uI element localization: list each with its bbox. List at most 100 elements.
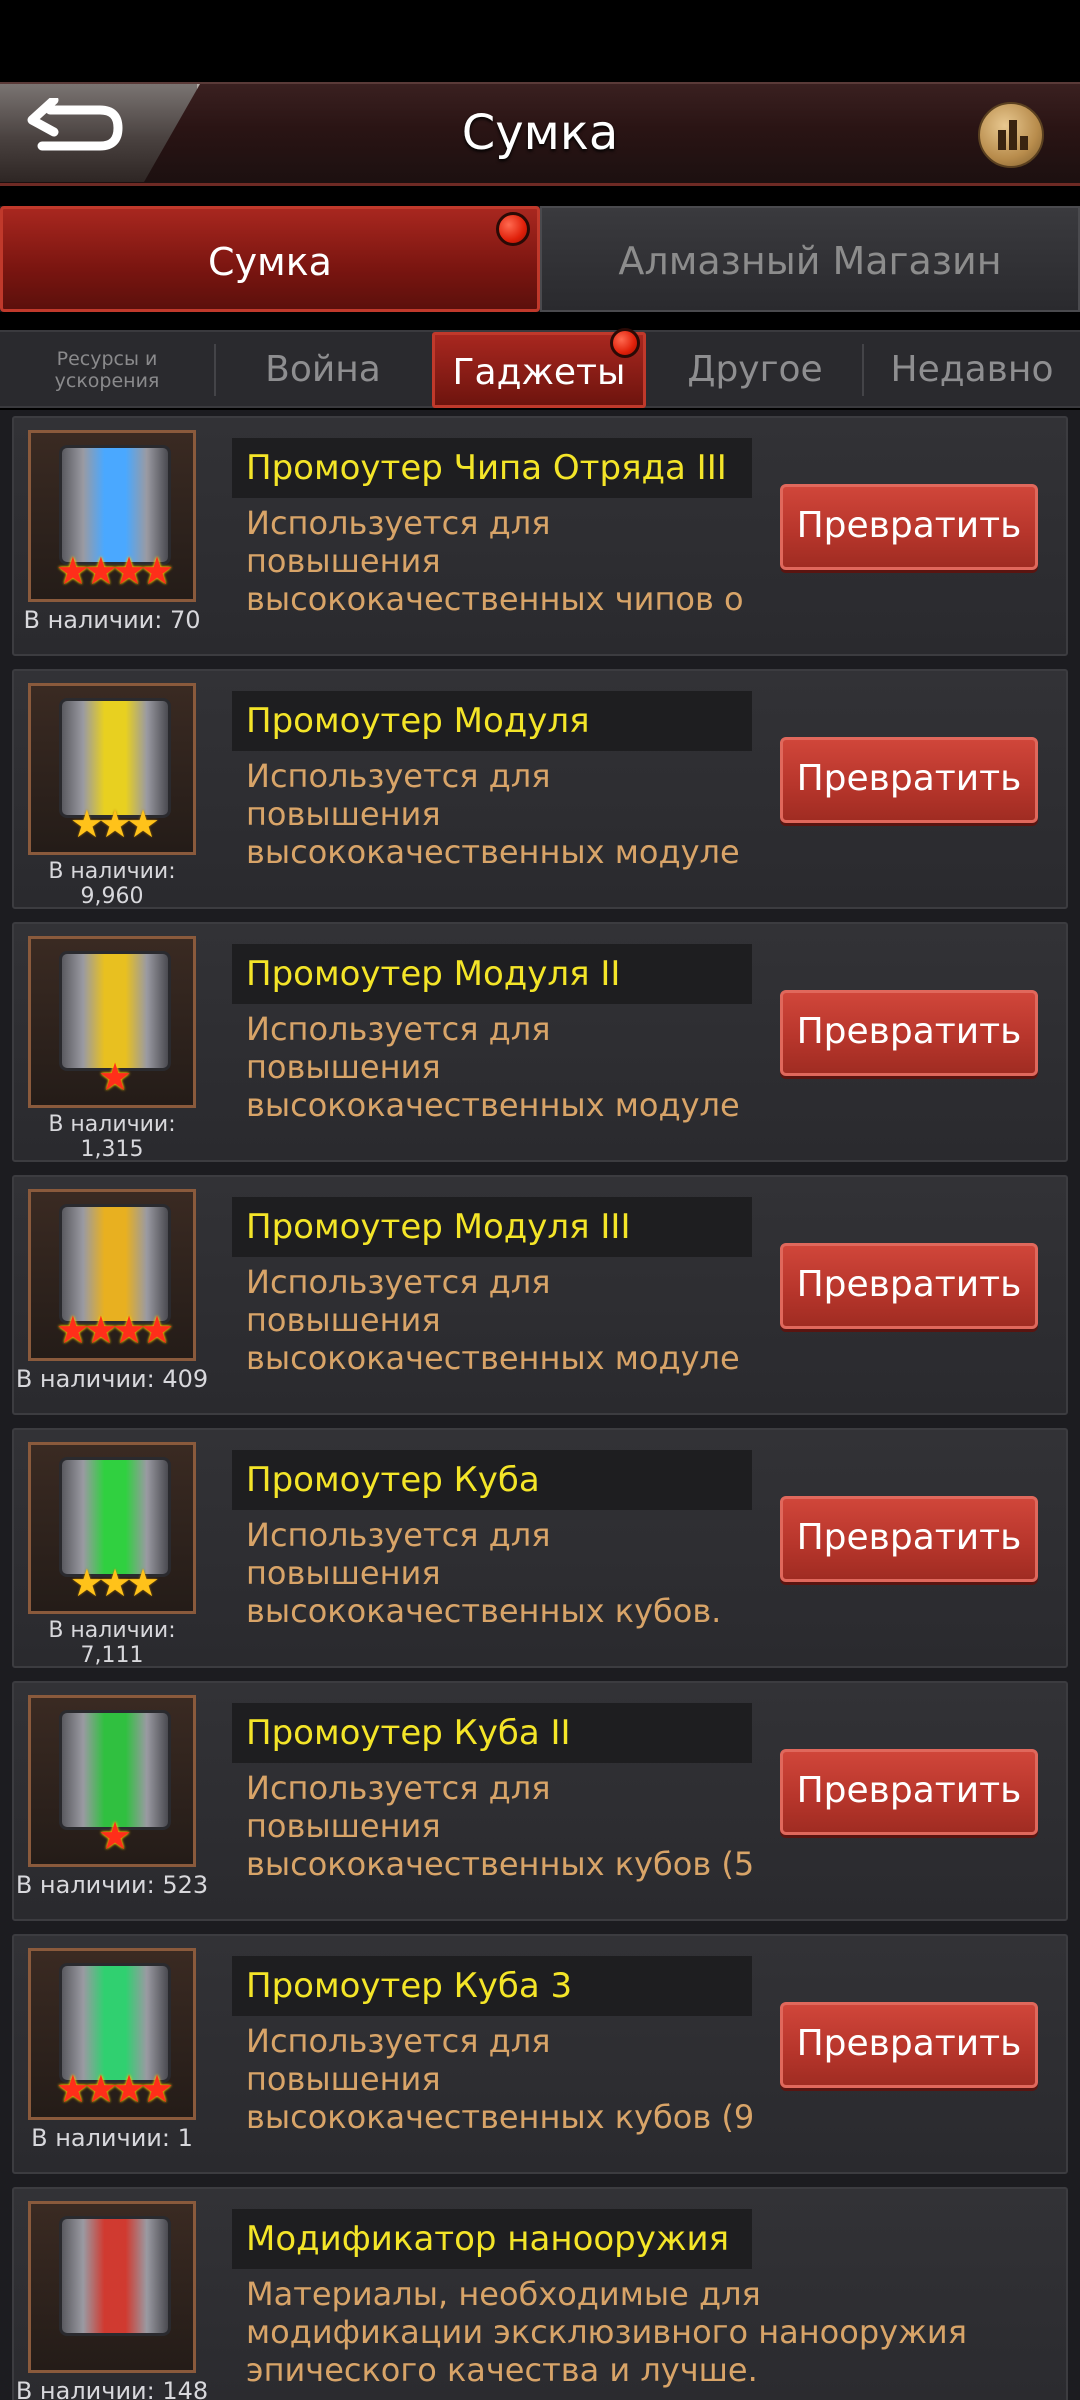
description-line: Используется для: [246, 2022, 551, 2060]
item-icon: ★★★★: [28, 1948, 196, 2120]
convert-button[interactable]: Превратить: [780, 1243, 1038, 1329]
item-stock: В наличии: 9,960: [48, 859, 176, 909]
description-line: Используется для: [246, 1010, 551, 1048]
item-card[interactable]: ★ В наличии: 1,315 Промоутер Модуля II Испо…: [12, 922, 1068, 1162]
description-line: повышения: [246, 542, 441, 580]
star-rating-icon: ★: [97, 1055, 132, 1099]
item-description: Используется для повышения высококачествен…: [246, 2022, 786, 2136]
item-description: Используется для повышения высококачествен…: [246, 1263, 786, 1377]
item-card[interactable]: ★★★★ В наличии: 1 Промоутер Куба 3 Использу…: [12, 1934, 1068, 2174]
tab-label: Алмазный Магазин: [618, 239, 1002, 283]
item-name: Промоутер Модуля: [232, 691, 752, 751]
item-description: Материалы, необходимые для модификации эк…: [246, 2275, 986, 2389]
description-line: повышения: [246, 2060, 441, 2098]
convert-button[interactable]: Превратить: [780, 484, 1038, 570]
subtab-resources[interactable]: Ресурсы и ускорения: [0, 332, 214, 408]
description-line: высококачественных модуле: [246, 1339, 740, 1377]
subtab-war[interactable]: Война: [216, 332, 430, 408]
header-bar: Сумка: [0, 82, 1080, 186]
subtab-other[interactable]: Другое: [648, 332, 862, 408]
star-rating-icon: ★: [97, 1814, 132, 1858]
category-tabs: Ресурсы и ускорения Война Гаджеты Другое…: [0, 328, 1080, 408]
item-description: Используется для повышения высококачествен…: [246, 1769, 786, 1883]
item-icon: ★★★★: [28, 430, 196, 602]
convert-button[interactable]: Превратить: [780, 737, 1038, 823]
item-stock: В наличии: 7,111: [48, 1618, 176, 1668]
item-icon: ★★★★: [28, 1189, 196, 1361]
tab-diamond-shop[interactable]: Алмазный Магазин: [540, 206, 1080, 312]
item-description: Используется для повышения высококачествен…: [246, 757, 786, 871]
description-line: высококачественных модуле: [246, 1086, 740, 1124]
subtab-label-line1: Ресурсы и: [56, 348, 158, 370]
gadget-box-icon: [59, 1710, 171, 1830]
description-line: Используется для: [246, 757, 551, 795]
item-stock: В наличии: 409: [15, 1365, 209, 1393]
item-card[interactable]: ★★★★ В наличии: 70 Промоутер Чипа Отряда I…: [12, 416, 1068, 656]
item-name: Промоутер Куба II: [232, 1703, 752, 1763]
item-list[interactable]: ★★★★ В наличии: 70 Промоутер Чипа Отряда I…: [0, 410, 1080, 2400]
item-name: Промоутер Чипа Отряда III: [232, 438, 752, 498]
gadget-box-icon: [59, 445, 171, 565]
item-icon: ★: [28, 1695, 196, 1867]
description-line: высококачественных кубов (5: [246, 1845, 755, 1883]
description-line: Используется для: [246, 1769, 551, 1807]
item-stock: В наличии: 523: [15, 1871, 209, 1899]
bar-chart-icon[interactable]: [978, 102, 1044, 168]
description-line: высококачественных чипов о: [246, 580, 744, 618]
star-rating-icon: ★★★★: [55, 549, 174, 593]
item-card[interactable]: ★ В наличии: 523 Промоутер Куба II Использу…: [12, 1681, 1068, 1921]
gadget-box-icon: [59, 1204, 171, 1324]
star-rating-icon: ★★★★: [55, 1308, 174, 1352]
star-rating-icon: ★★★: [69, 1561, 160, 1605]
notification-dot-icon: [496, 212, 530, 246]
notification-dot-icon: [610, 328, 640, 358]
item-name: Промоутер Модуля III: [232, 1197, 752, 1257]
description-line: высококачественных кубов (9: [246, 2098, 755, 2136]
gadget-box-icon: [59, 2216, 171, 2336]
item-icon: ★★★: [28, 683, 196, 855]
item-icon: [28, 2201, 196, 2373]
description-line: Материалы, необходимые для: [246, 2275, 761, 2313]
item-description: Используется для повышения высококачествен…: [246, 504, 786, 618]
description-line: Используется для: [246, 1516, 551, 1554]
description-line: высококачественных модуле: [246, 833, 740, 871]
description-line: высококачественных кубов.: [246, 1592, 722, 1630]
gadget-box-icon: [59, 951, 171, 1071]
description-line: повышения: [246, 795, 441, 833]
description-line: Используется для: [246, 1263, 551, 1301]
tab-bag[interactable]: Сумка: [0, 206, 540, 312]
description-line: повышения: [246, 1048, 441, 1086]
item-name: Промоутер Модуля II: [232, 944, 752, 1004]
gadget-box-icon: [59, 1963, 171, 2083]
item-card[interactable]: ★★★★ В наличии: 409 Промоутер Модуля III Ис…: [12, 1175, 1068, 1415]
item-description: Используется для повышения высококачествен…: [246, 1010, 786, 1124]
convert-button[interactable]: Превратить: [780, 1749, 1038, 1835]
subtab-recent[interactable]: Недавно: [864, 332, 1080, 408]
item-name: Промоутер Куба 3: [232, 1956, 752, 2016]
description-line: повышения: [246, 1301, 441, 1339]
item-stock: В наличии: 148: [15, 2377, 209, 2400]
page-title: Сумка: [461, 105, 619, 161]
item-name: Промоутер Куба: [232, 1450, 752, 1510]
star-rating-icon: ★★★★: [55, 2067, 174, 2111]
convert-button[interactable]: Превратить: [780, 2002, 1038, 2088]
item-stock: В наличии: 70: [23, 606, 201, 634]
main-tabs: Сумка Алмазный Магазин: [0, 206, 1080, 312]
item-icon: ★★★: [28, 1442, 196, 1614]
description-line: Используется для: [246, 504, 551, 542]
description-line: повышения: [246, 1807, 441, 1845]
description-line: эпического качества и лучше.: [246, 2351, 758, 2389]
item-card[interactable]: В наличии: 148 Модификатор нанооружия Мате…: [12, 2187, 1068, 2400]
convert-button[interactable]: Превратить: [780, 990, 1038, 1076]
tab-label: Сумка: [208, 240, 332, 284]
item-stock: В наличии: 1,315: [48, 1112, 176, 1162]
gadget-box-icon: [59, 1457, 171, 1577]
description-line: модификации эксклюзивного нанооружия: [246, 2313, 967, 2351]
item-name: Модификатор нанооружия: [232, 2209, 752, 2269]
item-card[interactable]: ★★★ В наличии: 7,111 Промоутер Куба Использ…: [12, 1428, 1068, 1668]
star-rating-icon: ★★★: [69, 802, 160, 846]
item-icon: ★: [28, 936, 196, 1108]
gadget-box-icon: [59, 698, 171, 818]
item-card[interactable]: ★★★ В наличии: 9,960 Промоутер Модуля Испол…: [12, 669, 1068, 909]
convert-button[interactable]: Превратить: [780, 1496, 1038, 1582]
